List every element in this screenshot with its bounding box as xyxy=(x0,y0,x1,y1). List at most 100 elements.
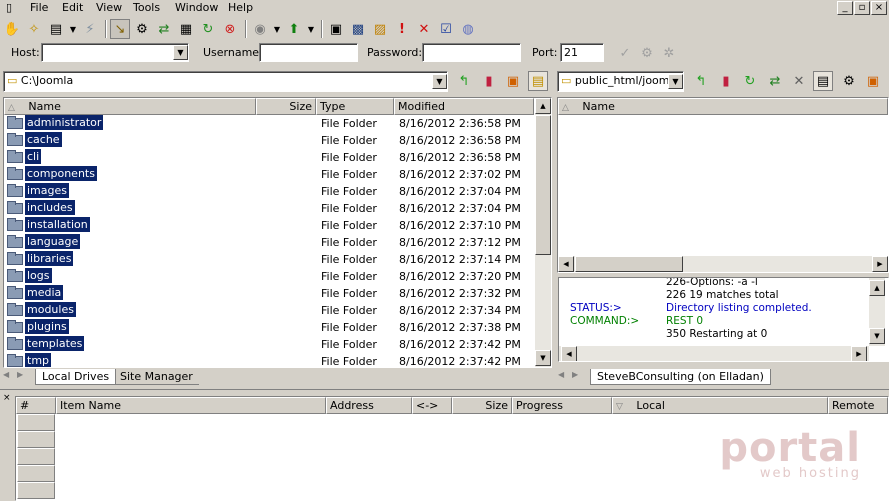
local-vscroll[interactable]: ▲ ▼ xyxy=(535,98,551,367)
globe-icon[interactable]: ◍ xyxy=(458,19,478,39)
tab-remote-site[interactable]: SteveBConsulting (on Elladan) xyxy=(590,369,771,385)
tab-scroll-right-icon[interactable]: ▶ xyxy=(17,370,23,379)
table-row[interactable]: cli File Folder 8/16/2012 2:36:58 PM xyxy=(4,149,531,166)
table-row[interactable]: administrator File Folder 8/16/2012 2:36:5… xyxy=(4,115,531,132)
tab-scroll-left-icon[interactable]: ◀ xyxy=(558,370,564,379)
menu-tools[interactable]: Tools xyxy=(133,1,160,14)
table-row[interactable]: templates File Folder 8/16/2012 2:37:42 PM xyxy=(4,336,531,353)
connect-gear-icon[interactable]: ⚙ xyxy=(637,43,657,63)
scroll-left-button[interactable]: ◀ xyxy=(561,346,577,361)
remote-hscroll[interactable]: ◀ ▶ xyxy=(558,256,888,272)
dropdown-arrow-icon[interactable]: ▼ xyxy=(68,19,78,39)
restore-button[interactable]: ▫ xyxy=(854,1,870,15)
wizard-icon[interactable]: ✧ xyxy=(24,19,44,39)
host-field[interactable] xyxy=(41,43,189,62)
table-row[interactable]: modules File Folder 8/16/2012 2:37:34 PM xyxy=(4,302,531,319)
tab-site-manager[interactable]: Site Manager xyxy=(114,369,199,385)
local-bookmark-icon[interactable]: ▮ xyxy=(479,71,499,91)
queue-column-direction[interactable]: <-> xyxy=(412,397,452,414)
remote-delete-icon[interactable]: ✕ xyxy=(789,71,809,91)
stop-icon[interactable]: ⊗ xyxy=(220,19,240,39)
remote-sync-icon[interactable]: ⇄ xyxy=(765,71,785,91)
upload-icon[interactable]: ⬆ xyxy=(284,19,304,39)
port-field[interactable]: 21 xyxy=(560,43,604,62)
dropdown-arrow-icon[interactable]: ▼ xyxy=(306,19,316,39)
scroll-left-button[interactable]: ◀ xyxy=(558,256,574,272)
ascii-icon[interactable]: ▦ xyxy=(176,19,196,39)
disconnect-icon[interactable]: ⚡ xyxy=(80,19,100,39)
local-new-folder-icon[interactable]: ▣ xyxy=(503,71,523,91)
table-row[interactable]: includes File Folder 8/16/2012 2:37:04 PM xyxy=(4,200,531,217)
scroll-down-button[interactable]: ▼ xyxy=(535,350,551,366)
connect-settings-icon[interactable]: ✲ xyxy=(659,43,679,63)
scroll-up-button[interactable]: ▲ xyxy=(535,98,551,114)
queue-icon[interactable]: ◉ xyxy=(250,19,270,39)
remote-view-icon[interactable]: ▤ xyxy=(813,71,833,91)
tab-scroll-left-icon[interactable]: ◀ xyxy=(3,370,9,379)
close-button[interactable]: × xyxy=(871,1,887,15)
remote-path-field[interactable]: ▭ public_html/joomla xyxy=(557,71,684,92)
delete-icon[interactable]: ✕ xyxy=(414,19,434,39)
table-row[interactable]: installation File Folder 8/16/2012 2:37:10… xyxy=(4,217,531,234)
scroll-thumb[interactable] xyxy=(535,115,551,255)
archive-icon[interactable]: ▨ xyxy=(370,19,390,39)
password-field[interactable] xyxy=(422,43,521,62)
menu-file[interactable]: File xyxy=(30,1,48,14)
remote-new-folder-icon[interactable]: ▣ xyxy=(863,71,883,91)
tab-scroll-right-icon[interactable]: ▶ xyxy=(572,370,578,379)
alert-icon[interactable]: ! xyxy=(392,19,412,39)
table-row[interactable]: plugins File Folder 8/16/2012 2:37:38 PM xyxy=(4,319,531,336)
remote-file-list[interactable]: △ Name ◀ ▶ xyxy=(557,97,889,273)
queue-column-item-name[interactable]: Item Name xyxy=(56,397,326,414)
tab-local-drives[interactable]: Local Drives xyxy=(35,369,117,385)
host-dropdown-button[interactable]: ▼ xyxy=(173,45,188,60)
local-file-list[interactable]: △ Name Size Type Modified administrator F… xyxy=(3,97,552,368)
sync-icon[interactable]: ⇄ xyxy=(154,19,174,39)
table-row[interactable]: images File Folder 8/16/2012 2:37:04 PM xyxy=(4,183,531,200)
properties-icon[interactable]: ▣ xyxy=(326,19,346,39)
minimize-button[interactable]: _ xyxy=(837,1,853,15)
refresh-folders-icon[interactable]: ⚙ xyxy=(132,19,152,39)
menu-window[interactable]: Window xyxy=(175,1,218,14)
column-header-name[interactable]: △ Name xyxy=(4,98,256,115)
table-row[interactable]: libraries File Folder 8/16/2012 2:37:14 PM xyxy=(4,251,531,268)
scroll-right-button[interactable]: ▶ xyxy=(872,256,888,272)
remote-column-header-name[interactable]: △ Name xyxy=(558,98,888,115)
local-view-icon[interactable]: ▤ xyxy=(528,71,548,91)
column-header-modified[interactable]: Modified xyxy=(394,98,534,115)
scroll-down-button[interactable]: ▼ xyxy=(869,328,885,344)
menu-help[interactable]: Help xyxy=(228,1,253,14)
scroll-up-button[interactable]: ▲ xyxy=(869,280,885,296)
quick-connect-icon[interactable]: ↘ xyxy=(110,19,130,39)
local-path-dropdown-button[interactable]: ▼ xyxy=(432,74,447,89)
menu-edit[interactable]: Edit xyxy=(62,1,83,14)
queue-column-size[interactable]: Size xyxy=(452,397,512,414)
queue-close-icon[interactable]: × xyxy=(3,393,11,403)
remote-up-folder-icon[interactable]: ↰ xyxy=(691,71,711,91)
remote-refresh-icon[interactable]: ↻ xyxy=(740,71,760,91)
scroll-thumb[interactable] xyxy=(575,256,683,272)
remote-path-dropdown-button[interactable]: ▼ xyxy=(668,74,683,89)
log-icon[interactable]: ▩ xyxy=(348,19,368,39)
table-row[interactable]: logs File Folder 8/16/2012 2:37:20 PM xyxy=(4,268,531,285)
connect-icon[interactable]: ✋ xyxy=(2,19,22,39)
table-row[interactable]: language File Folder 8/16/2012 2:37:12 PM xyxy=(4,234,531,251)
quick-connect-go-icon[interactable]: ✓ xyxy=(615,43,635,63)
new-icon[interactable]: ▤ xyxy=(46,19,66,39)
column-header-size[interactable]: Size xyxy=(256,98,316,115)
local-path-field[interactable]: ▭ C:\Joomla xyxy=(3,71,448,92)
queue-column-address[interactable]: Address xyxy=(326,397,412,414)
dropdown-arrow-icon[interactable]: ▼ xyxy=(272,19,282,39)
username-field[interactable] xyxy=(259,43,358,62)
queue-column-progress[interactable]: Progress xyxy=(512,397,612,414)
menu-view[interactable]: View xyxy=(96,1,122,14)
log-hscroll[interactable]: ◀ ▶ xyxy=(559,346,869,361)
local-up-folder-icon[interactable]: ↰ xyxy=(454,71,474,91)
column-header-type[interactable]: Type xyxy=(316,98,394,115)
refresh-icon[interactable]: ↻ xyxy=(198,19,218,39)
scroll-right-button[interactable]: ▶ xyxy=(851,346,867,361)
checklist-icon[interactable]: ☑ xyxy=(436,19,456,39)
table-row[interactable]: components File Folder 8/16/2012 2:37:02 P… xyxy=(4,166,531,183)
queue-column-local[interactable]: ▽ Local xyxy=(612,397,828,414)
table-row[interactable]: tmp File Folder 8/16/2012 2:37:42 PM xyxy=(4,353,531,367)
